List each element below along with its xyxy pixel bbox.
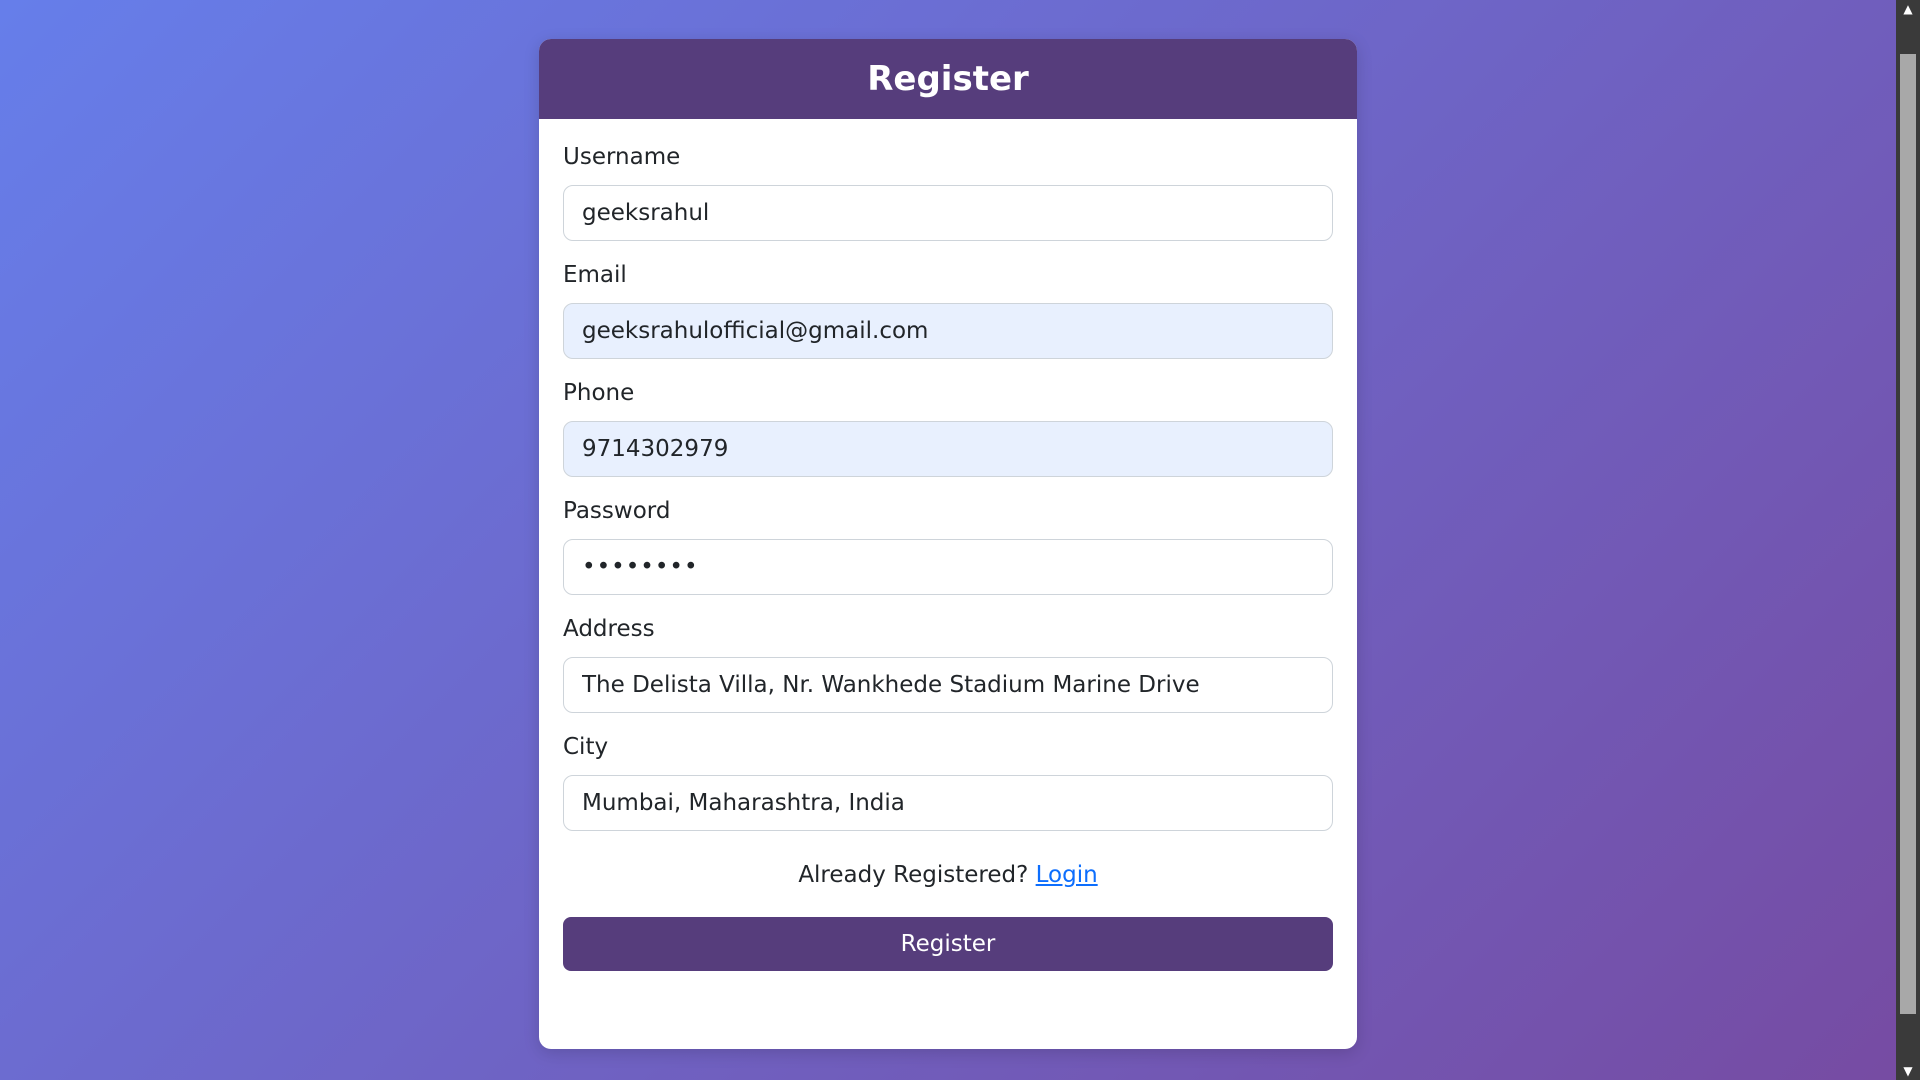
username-input[interactable] [563,185,1333,241]
city-label: City [563,734,609,760]
address-input[interactable] [563,657,1333,713]
login-prompt-text: Already Registered? [798,862,1029,888]
card-header: Register [539,39,1357,119]
email-label: Email [563,262,627,288]
password-label: Password [563,498,671,524]
phone-field-group: Phone [563,377,1333,477]
address-field-group: Address [563,613,1333,713]
password-field-group: Password [563,495,1333,595]
register-form: Username Email Phone Password Address Ci… [539,119,1357,971]
register-button[interactable]: Register [563,917,1333,971]
register-card: Register Username Email Phone Password A… [539,39,1357,1049]
scrollbar-thumb[interactable] [1900,54,1916,1014]
phone-label: Phone [563,380,635,406]
address-label: Address [563,616,655,642]
email-field-group: Email [563,259,1333,359]
triangle-down-icon[interactable]: ▼ [1896,1062,1920,1080]
login-link[interactable]: Login [1036,862,1098,888]
triangle-up-icon[interactable]: ▲ [1896,0,1920,18]
username-field-group: Username [563,141,1333,241]
vertical-scrollbar[interactable]: ▲ ▼ [1896,0,1920,1080]
city-input[interactable] [563,775,1333,831]
login-prompt: Already Registered? Login [563,859,1333,891]
email-input[interactable] [563,303,1333,359]
page-title: Register [867,59,1029,99]
password-input[interactable] [563,539,1333,595]
city-field-group: City [563,731,1333,831]
username-label: Username [563,144,681,170]
phone-input[interactable] [563,421,1333,477]
